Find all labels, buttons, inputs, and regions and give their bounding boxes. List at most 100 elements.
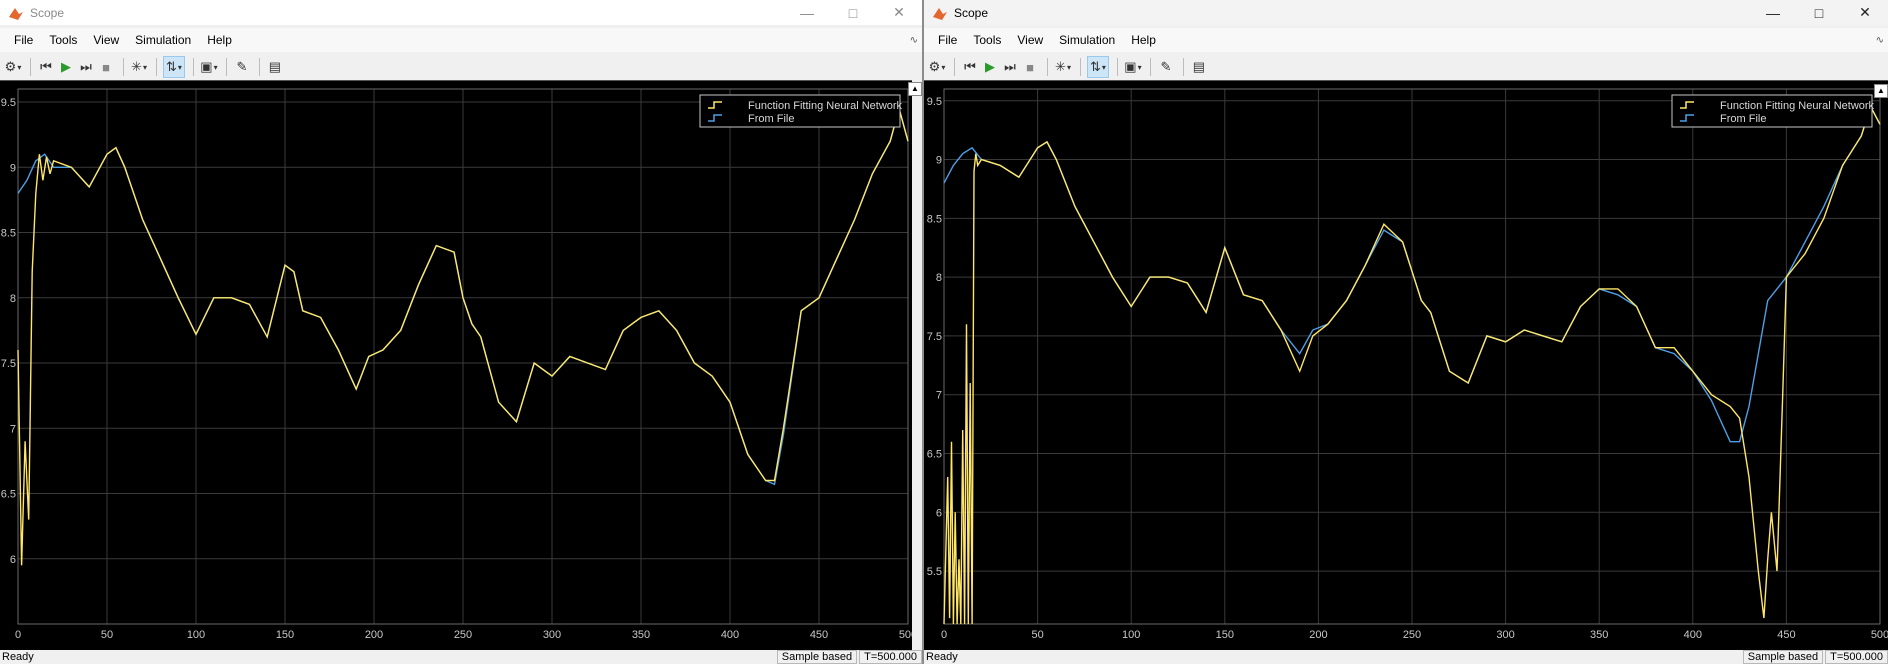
sim-time: T=500.000 (1825, 650, 1888, 664)
status-bar: Ready Sample based T=500.000 (924, 650, 1888, 664)
y-tick-label: 9 (10, 162, 16, 174)
style-icon[interactable]: ▤ (266, 56, 284, 78)
menu-simulation[interactable]: Simulation (1059, 33, 1115, 47)
y-tick-label: 6 (936, 507, 942, 519)
y-tick-label: 6.5 (1, 489, 16, 501)
maximize-button[interactable]: □ (1796, 0, 1842, 25)
minimize-button[interactable]: — (784, 0, 830, 25)
menu-overflow-icon[interactable]: ∿ (910, 35, 918, 46)
scale-icon[interactable]: ▣ ▾ (1124, 56, 1142, 78)
run-icon[interactable]: ▶ (981, 56, 999, 78)
x-tick-label: 450 (810, 629, 828, 641)
grid (943, 89, 1881, 624)
close-button[interactable]: ✕ (876, 0, 922, 25)
y-tick-label: 9 (936, 155, 942, 167)
x-tick-label: 500 (1871, 629, 1888, 641)
x-tick-label: 0 (15, 629, 21, 641)
sample-mode: Sample based (1742, 650, 1824, 664)
y-tick-label: 6.5 (927, 449, 942, 461)
x-tick-label: 150 (1216, 629, 1234, 641)
status-text: Ready (926, 651, 958, 663)
matlab-icon (9, 7, 23, 20)
step-forward-icon[interactable]: ⏭ (1001, 56, 1019, 78)
highlight-icon[interactable]: ✳ ▾ (130, 56, 148, 78)
x-tick-label: 300 (543, 629, 561, 641)
collapse-icon[interactable]: ▲ (1874, 84, 1888, 98)
stop-icon[interactable]: ■ (1021, 56, 1039, 78)
stop-icon[interactable]: ■ (97, 56, 115, 78)
sample-mode: Sample based (776, 650, 858, 664)
matlab-icon (933, 7, 947, 20)
run-icon[interactable]: ▶ (57, 56, 75, 78)
x-tick-label: 400 (721, 629, 739, 641)
menu-view[interactable]: View (1017, 33, 1043, 47)
scope-plot[interactable]: 0 50 100 150 200 250 300 350 400 450 500 6 6.5 7 7.5 8 8… (0, 80, 912, 653)
zoom-icon[interactable]: ⇅ ▾ (163, 56, 185, 78)
window-title: Scope (954, 5, 989, 20)
highlight-icon[interactable]: ✳ ▾ (1054, 56, 1072, 78)
menu-bar: File Tools View Simulation Help ∿ (924, 28, 1888, 52)
title-bar[interactable]: Scope — □ ✕ (0, 0, 922, 25)
menu-bar: File Tools View Simulation Help ∿ (0, 28, 922, 52)
step-back-icon[interactable]: ⏮ (37, 56, 55, 78)
axes-properties-icon[interactable]: ✎ (233, 56, 251, 78)
collapse-icon[interactable]: ▲ (908, 82, 922, 96)
zoom-icon[interactable]: ⇅ ▾ (1087, 56, 1109, 78)
scope-window-left: Scope — □ ✕ File Tools View Simulation H… (0, 0, 922, 664)
scope-axes: 0 50 100 150 200 250 300 350 400 450 500 5.5 6 6.5 7 7.… (927, 88, 1888, 641)
x-tick-label: 350 (1590, 629, 1608, 641)
title-bar[interactable]: Scope — □ ✕ (924, 0, 1888, 25)
x-tick-label: 150 (276, 629, 294, 641)
scope-window-right: Scope — □ ✕ File Tools View Simulation H… (924, 0, 1888, 664)
y-tick-label: 5.5 (927, 566, 942, 578)
scale-icon[interactable]: ▣ ▾ (200, 56, 218, 78)
legend-label: From File (748, 113, 794, 125)
x-tick-label: 250 (454, 629, 472, 641)
x-tick-label: 400 (1684, 629, 1702, 641)
x-tick-label: 500 (899, 629, 912, 641)
step-forward-icon[interactable]: ⏭ (77, 56, 95, 78)
sim-time: T=500.000 (859, 650, 922, 664)
x-tick-label: 300 (1496, 629, 1514, 641)
toolbar: ⚙ ▾ ⏮ ▶ ⏭ ■ ✳ ▾ ⇅ ▾ ▣ ▾ ✎ ▤ (924, 54, 1888, 80)
menu-file[interactable]: File (938, 33, 957, 47)
menu-tools[interactable]: Tools (973, 33, 1001, 47)
x-tick-label: 450 (1777, 629, 1795, 641)
menu-view[interactable]: View (93, 33, 119, 47)
x-tick-label: 0 (941, 629, 947, 641)
x-tick-label: 100 (1122, 629, 1140, 641)
x-tick-label: 200 (365, 629, 383, 641)
y-tick-label: 8.5 (927, 213, 942, 225)
y-tick-label: 8.5 (1, 228, 16, 240)
y-tick-label: 9.5 (1, 97, 16, 109)
y-tick-label: 7 (10, 423, 16, 435)
settings-icon[interactable]: ⚙ ▾ (4, 56, 22, 78)
settings-icon[interactable]: ⚙ ▾ (928, 56, 946, 78)
y-tick-label: 8 (10, 293, 16, 305)
menu-file[interactable]: File (14, 33, 33, 47)
x-tick-label: 100 (187, 629, 205, 641)
maximize-button[interactable]: □ (830, 0, 876, 25)
y-tick-label: 6 (10, 554, 16, 566)
status-bar: Ready Sample based T=500.000 (0, 650, 922, 664)
y-tick-label: 7.5 (1, 358, 16, 370)
x-tick-label: 50 (1031, 629, 1043, 641)
window-title: Scope (30, 5, 65, 20)
minimize-button[interactable]: — (1750, 0, 1796, 25)
legend-label: Function Fitting Neural Network (748, 100, 903, 112)
menu-overflow-icon[interactable]: ∿ (1876, 35, 1884, 46)
grid (17, 89, 909, 624)
axes-properties-icon[interactable]: ✎ (1157, 56, 1175, 78)
menu-help[interactable]: Help (207, 33, 232, 47)
scope-axes: 0 50 100 150 200 250 300 350 400 450 500 6 6.5 7 7.5 8 8… (1, 88, 912, 641)
step-back-icon[interactable]: ⏮ (961, 56, 979, 78)
menu-simulation[interactable]: Simulation (135, 33, 191, 47)
legend-label: From File (1720, 113, 1766, 125)
menu-tools[interactable]: Tools (49, 33, 77, 47)
style-icon[interactable]: ▤ (1190, 56, 1208, 78)
y-tick-label: 7.5 (927, 331, 942, 343)
scope-plot[interactable]: 0 50 100 150 200 250 300 350 400 450 500 5.5 6 6.5 7 7.… (924, 80, 1888, 653)
menu-help[interactable]: Help (1131, 33, 1156, 47)
close-button[interactable]: ✕ (1842, 0, 1888, 25)
legend-label: Function Fitting Neural Network (1720, 100, 1875, 112)
